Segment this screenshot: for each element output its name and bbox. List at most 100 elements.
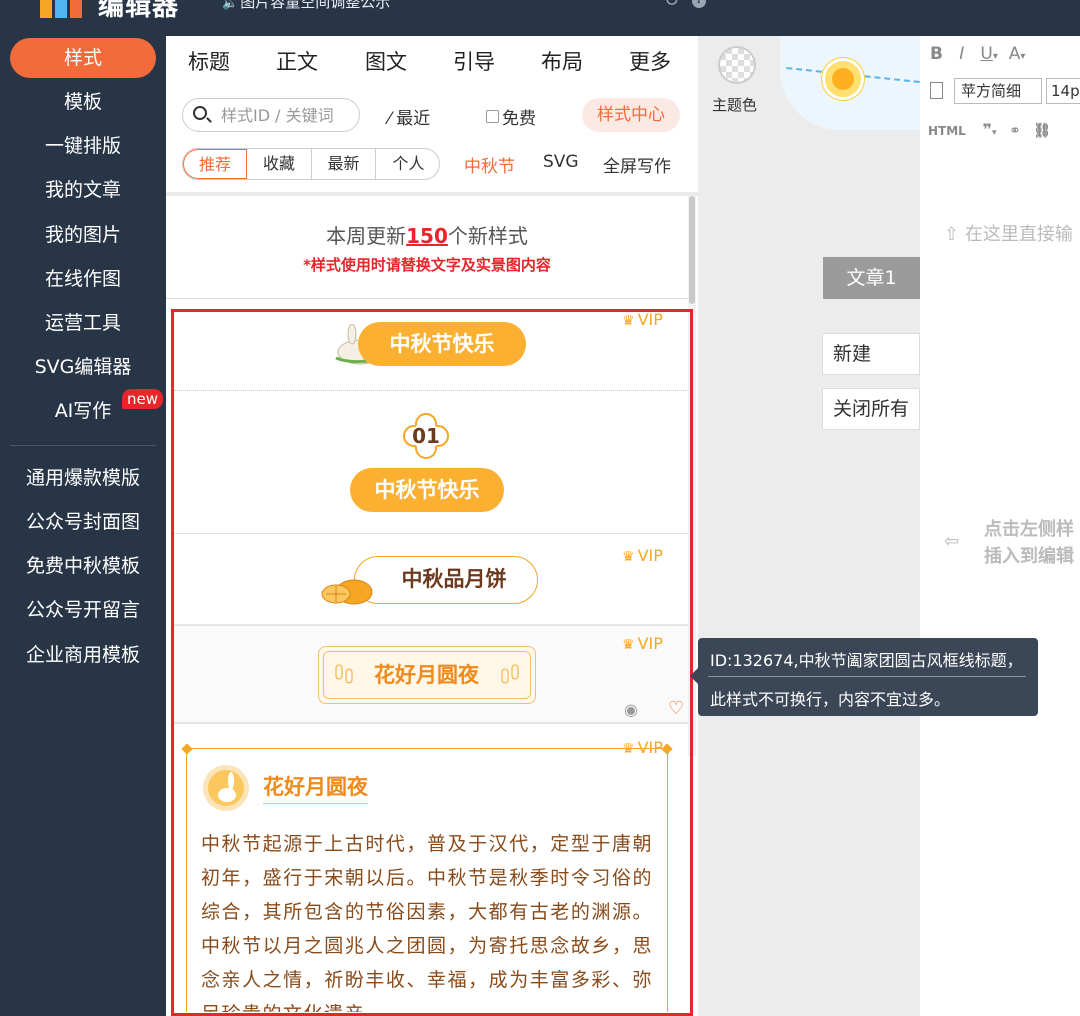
transparent-swatch-icon bbox=[718, 46, 756, 84]
theme-color-button[interactable]: 主题色 bbox=[698, 36, 778, 156]
recent-label: 最近 bbox=[396, 109, 431, 129]
style-tooltip: ID:132674,中秋节阖家团圆古风框线标题， 此样式不可换行，内容不宜过多。 bbox=[690, 638, 1038, 716]
style-card-hovered[interactable]: ♛ VIP 花好月圆夜 ◉ ♡ bbox=[174, 626, 688, 724]
tab-more[interactable]: 更多 bbox=[629, 46, 671, 76]
font-color-icon[interactable]: A bbox=[1009, 44, 1021, 64]
italic-icon[interactable]: I bbox=[959, 44, 964, 64]
insert-toolbar: HTML ❞▾ ⚭ ⛓ bbox=[928, 120, 1052, 139]
nav-item-my-articles[interactable]: 我的文章 bbox=[10, 170, 156, 210]
nav-item-ops-tools[interactable]: 运营工具 bbox=[10, 303, 156, 343]
filter-personal[interactable]: 个人 bbox=[376, 149, 439, 179]
update-suffix: 个新样式 bbox=[447, 224, 528, 248]
free-checkbox[interactable]: 免费 bbox=[486, 104, 536, 129]
style-card[interactable]: ♛ VIP 中秋节快乐 bbox=[174, 312, 688, 392]
nav-item-cover-images[interactable]: 公众号封面图 bbox=[10, 502, 156, 542]
preview-icon[interactable]: ◉ bbox=[624, 700, 638, 719]
document-icon[interactable] bbox=[930, 82, 943, 99]
update-count[interactable]: 150 bbox=[406, 224, 448, 248]
favorite-heart-icon[interactable]: ♡ bbox=[668, 698, 684, 719]
help-icon[interactable]: ? bbox=[692, 0, 706, 8]
nav-item-open-comments[interactable]: 公众号开留言 bbox=[10, 590, 156, 630]
underline-icon[interactable]: U bbox=[980, 44, 992, 64]
quote-icon[interactable]: ❞ bbox=[983, 120, 992, 139]
search-input[interactable] bbox=[219, 103, 357, 127]
logo-icon bbox=[40, 0, 82, 18]
hint-mid-line1: 点击左侧样 bbox=[984, 519, 1074, 540]
tab-title[interactable]: 标题 bbox=[188, 46, 230, 76]
mooncake-icon bbox=[321, 579, 373, 605]
nav-item-one-click-layout[interactable]: 一键排版 bbox=[10, 126, 156, 166]
doc-tab-1[interactable]: 文章1 bbox=[823, 257, 920, 299]
divider bbox=[174, 390, 688, 391]
recent-button[interactable]: ⁄ 最近 bbox=[388, 104, 430, 129]
filter-link-midautumn[interactable]: 中秋节 bbox=[464, 152, 515, 177]
style-title: 中秋节快乐 bbox=[358, 322, 526, 366]
article-frame: 花好月圆夜 中秋节起源于上古时代，普及于汉代，定型于唐朝初年，盛行于宋朝以后。中… bbox=[181, 743, 673, 1012]
link-icon[interactable]: ⚭ bbox=[1009, 123, 1021, 139]
theme-color-label: 主题色 bbox=[712, 96, 758, 114]
unlink-icon[interactable]: ⛓ bbox=[1033, 123, 1051, 139]
style-center-button[interactable]: 样式中心 bbox=[582, 98, 680, 132]
font-family-select[interactable]: 苹方简细 bbox=[954, 78, 1042, 104]
font-size-select[interactable]: 14px bbox=[1046, 78, 1080, 104]
tab-body[interactable]: 正文 bbox=[276, 46, 318, 76]
left-nav: 样式 模板 一键排版 我的文章 我的图片 在线作图 运营工具 SVG编辑器 AI… bbox=[0, 36, 166, 1016]
category-tabs: 标题 正文 图文 引导 布局 更多 bbox=[166, 36, 698, 86]
lemon-core bbox=[832, 68, 854, 90]
tooltip-line1: ID:132674,中秋节阖家团圆古风框线标题， bbox=[710, 651, 1023, 670]
vip-badge: ♛ VIP bbox=[622, 312, 663, 329]
nav-item-ai-writing-label: AI写作 bbox=[54, 400, 112, 422]
nav-item-styles[interactable]: 样式 bbox=[10, 38, 156, 78]
html-button[interactable]: HTML bbox=[928, 124, 966, 138]
filter-latest[interactable]: 最新 bbox=[312, 149, 376, 179]
filter-link-svg[interactable]: SVG bbox=[543, 152, 579, 172]
tab-image-text[interactable]: 图文 bbox=[365, 46, 407, 76]
new-doc-button[interactable]: 新建 bbox=[822, 333, 920, 375]
update-prefix: 本周更新 bbox=[326, 224, 407, 248]
nav-item-templates[interactable]: 模板 bbox=[10, 82, 156, 122]
update-note: *样式使用时请替换文字及实景图内容 bbox=[303, 256, 551, 274]
nav-item-enterprise[interactable]: 企业商用模板 bbox=[10, 635, 156, 675]
update-banner: 本周更新150个新样式 bbox=[166, 220, 688, 249]
nav-item-online-drawing[interactable]: 在线作图 bbox=[10, 259, 156, 299]
bold-icon[interactable]: B bbox=[930, 44, 943, 64]
tooltip-divider bbox=[708, 676, 1026, 677]
nav-item-ai-writing[interactable]: AI写作 new bbox=[10, 389, 164, 431]
editor-area[interactable]: B I U▾ A▾ 苹方简细 14px HTML ❞▾ ⚭ ⛓ ⇧ 在这里直接输… bbox=[920, 36, 1080, 1016]
refresh-icon[interactable]: ↻ bbox=[664, 0, 679, 11]
speaker-icon: 🔈 bbox=[222, 0, 239, 11]
nav-item-svg-editor[interactable]: SVG编辑器 bbox=[10, 347, 156, 387]
vip-badge: ♛ VIP bbox=[622, 546, 663, 565]
scrollbar-thumb[interactable] bbox=[689, 196, 695, 304]
ornate-frame: 花好月圆夜 bbox=[318, 646, 536, 704]
corner-ornament bbox=[181, 743, 193, 755]
close-all-button[interactable]: 关闭所有 bbox=[822, 388, 920, 430]
nav-item-free-midautumn[interactable]: 免费中秋模板 bbox=[10, 546, 156, 586]
filter-link-fullscreen[interactable]: 全屏写作 bbox=[603, 152, 671, 177]
filter-segmented: 推荐 收藏 最新 个人 bbox=[182, 148, 440, 180]
style-card[interactable]: ♛ VIP 花好月圆夜 中秋节起源于上古时代，普及于汉代，定型于唐朝初年，盛行于宋… bbox=[174, 724, 688, 1012]
vip-label: VIP bbox=[637, 634, 663, 653]
tab-guide[interactable]: 引导 bbox=[453, 46, 495, 76]
tooltip-line2: 此样式不可换行，内容不宜过多。 bbox=[710, 690, 951, 709]
vip-badge: ♛ VIP bbox=[622, 634, 663, 653]
nav-item-hot-templates[interactable]: 通用爆款模版 bbox=[10, 458, 156, 498]
article-body: 中秋节起源于上古时代，普及于汉代，定型于唐朝初年，盛行于宋朝以后。中秋节是秋季时… bbox=[201, 833, 653, 1012]
style-title: 花好月圆夜 bbox=[374, 663, 479, 687]
style-card[interactable]: ♛ VIP 中秋品月饼 bbox=[174, 534, 688, 626]
tab-layout[interactable]: 布局 bbox=[541, 46, 583, 76]
nav-item-my-images[interactable]: 我的图片 bbox=[10, 215, 156, 255]
filter-recommended[interactable]: 推荐 bbox=[183, 149, 247, 179]
magic-wand-icon: ⁄ bbox=[388, 109, 391, 129]
hint-mid-line2: 插入到编辑 bbox=[984, 546, 1074, 567]
filter-favorites[interactable]: 收藏 bbox=[247, 149, 312, 179]
vip-label: VIP bbox=[637, 546, 663, 565]
lemon-icon bbox=[822, 58, 864, 100]
style-card[interactable]: 01 中秋节快乐 bbox=[174, 392, 688, 534]
crown-icon: ♛ bbox=[622, 313, 635, 329]
brand-name: 编辑器 bbox=[98, 0, 180, 22]
search-box[interactable] bbox=[182, 98, 360, 132]
nav-divider bbox=[10, 445, 156, 446]
style-title: 中秋品月饼 bbox=[354, 556, 538, 604]
notice-link[interactable]: 🔈 图片容量空间调整公示 bbox=[222, 0, 390, 12]
